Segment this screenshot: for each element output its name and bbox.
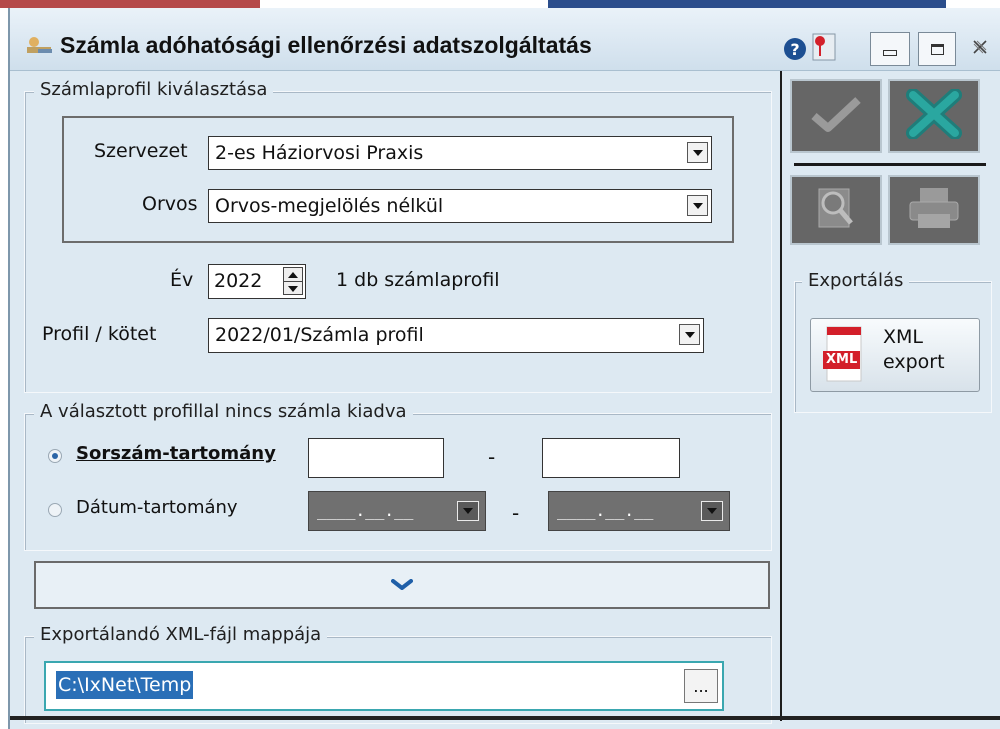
magnifier-icon [811, 183, 861, 237]
datum-from-value: ____.__.__ [317, 501, 414, 520]
ev-spin-buttons[interactable] [283, 267, 303, 295]
chevron-down-icon [692, 202, 703, 209]
minimize-button[interactable] [870, 32, 910, 66]
maximize-icon [930, 43, 944, 55]
range-group-legend: A választott profillal nincs számla kiad… [34, 401, 413, 422]
minimize-icon [883, 50, 897, 56]
background-strip [0, 0, 260, 8]
export-legend: Exportálás [802, 270, 910, 291]
pin-button[interactable] [809, 32, 839, 66]
help-button[interactable]: ? [783, 32, 807, 66]
export-path-input[interactable]: C:\IxNet\Temp ... [44, 661, 724, 711]
chevron-down-icon [391, 576, 413, 595]
sorszam-separator: - [488, 445, 496, 469]
preview-button[interactable] [790, 175, 882, 245]
background-strip [548, 0, 946, 8]
ev-spinner[interactable]: 2022 [208, 264, 306, 299]
close-icon [972, 39, 988, 60]
xml-file-icon: XML [821, 325, 867, 383]
datum-from-input[interactable]: ____.__.__ [308, 491, 486, 531]
calendar-dropdown-icon[interactable] [457, 501, 479, 521]
sorszam-from-input[interactable] [308, 438, 444, 478]
xml-export-label: XML export [883, 326, 945, 373]
datum-radio[interactable] [48, 503, 62, 517]
ev-label: Év [170, 269, 194, 291]
sorszam-radio[interactable] [48, 449, 62, 463]
datum-label[interactable]: Dátum-tartomány [76, 497, 238, 518]
datum-to-value: ____.__.__ [557, 501, 654, 520]
close-button[interactable] [962, 32, 998, 66]
export-path-value: C:\IxNet\Temp [56, 671, 194, 699]
ev-value: 2022 [214, 270, 263, 292]
dialog-window: Számla adóhatósági ellenőrzési adatszolg… [8, 8, 1000, 729]
kotet-select[interactable]: 2022/01/Számla profil [208, 318, 704, 353]
profile-group-legend: Számlaprofil kiválasztása [34, 79, 274, 100]
spin-down-icon[interactable] [284, 281, 302, 295]
help-icon: ? [784, 38, 806, 60]
window-title: Számla adóhatósági ellenőrzési adatszolg… [60, 32, 592, 58]
pin-icon [811, 32, 837, 66]
kotet-value: 2022/01/Számla profil [215, 324, 424, 346]
browse-button[interactable]: ... [684, 669, 718, 703]
main-panel: Számlaprofil kiválasztása Szervezet 2-es… [10, 71, 780, 724]
orvos-select[interactable]: Orvos-megjelölés nélkül [208, 189, 712, 223]
title-bar: Számla adóhatósági ellenőrzési adatszolg… [10, 8, 1000, 71]
xml-badge: XML [823, 351, 861, 369]
datum-to-input[interactable]: ____.__.__ [548, 491, 730, 531]
sorszam-label[interactable]: Sorszám-tartomány [76, 443, 276, 464]
action-panel: Exportálás XML XML export [780, 71, 1000, 721]
szervezet-value: 2-es Háziorvosi Praxis [215, 142, 424, 164]
bottom-border [10, 716, 1000, 720]
export-folder-legend: Exportálandó XML-fájl mappája [34, 624, 328, 645]
szervezet-label: Szervezet [94, 140, 188, 162]
kotet-dropdown-button[interactable] [679, 324, 700, 345]
orvos-dropdown-button[interactable] [687, 195, 708, 216]
print-button[interactable] [888, 175, 980, 245]
checkmark-icon [808, 94, 864, 138]
calendar-dropdown-icon[interactable] [701, 501, 723, 521]
chevron-down-icon [692, 149, 703, 156]
szervezet-select[interactable]: 2-es Háziorvosi Praxis [208, 136, 712, 170]
orvos-label: Orvos [142, 193, 198, 215]
orvos-value: Orvos-megjelölés nélkül [215, 195, 444, 217]
szervezet-dropdown-button[interactable] [687, 142, 708, 163]
spin-up-icon[interactable] [284, 268, 302, 281]
expand-button[interactable] [34, 561, 770, 609]
cancel-button[interactable] [888, 79, 980, 153]
xml-export-button[interactable]: XML XML export [810, 318, 980, 392]
toolbar-separator [794, 163, 986, 166]
cancel-x-icon [905, 88, 963, 143]
printer-icon [906, 186, 962, 234]
profile-count: 1 db számlaprofil [336, 269, 500, 291]
sorszam-to-input[interactable] [542, 438, 680, 478]
maximize-button[interactable] [918, 32, 956, 66]
kotet-label: Profil / kötet [42, 323, 157, 345]
datum-separator: - [512, 501, 520, 525]
ok-button[interactable] [790, 79, 882, 153]
chevron-down-icon [684, 331, 695, 338]
app-icon [24, 35, 54, 59]
